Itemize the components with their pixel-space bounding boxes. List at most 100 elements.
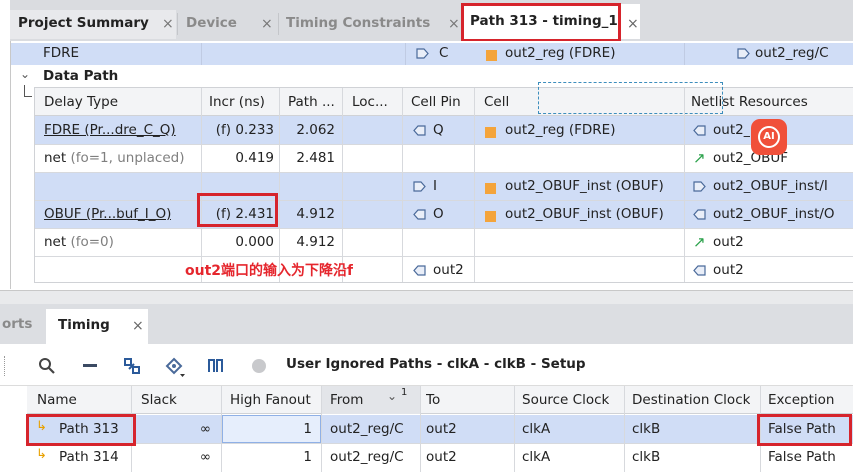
pin-icon [416, 46, 429, 62]
cell-name: out2_reg (FDRE) [505, 122, 616, 138]
delay-type-link[interactable]: FDRE (Pr...dre_C_Q) [44, 122, 176, 138]
waveform-icon[interactable] [207, 357, 225, 375]
netlist-resource: out2 [713, 262, 744, 278]
tab-timing[interactable]: Timing × [46, 309, 148, 344]
col-to[interactable]: To [426, 392, 440, 408]
pin-out-icon [413, 263, 426, 279]
destination-clock-value: clkB [632, 449, 661, 465]
data-path-section[interactable]: ⌄ Data Path [11, 65, 853, 87]
netlist-pin-icon [693, 123, 706, 139]
netlist-resource: out2_OBUF_inst/I [713, 178, 828, 194]
pin-icon [413, 179, 426, 195]
col-high-fanout[interactable]: High Fanout [230, 392, 311, 408]
netlist-pin-icon [693, 207, 706, 223]
cell-icon [485, 181, 496, 197]
tab-project-summary[interactable]: Project Summary × [10, 10, 176, 39]
collapse-chevron-icon[interactable]: ⌄ [20, 67, 30, 81]
path-value: 4.912 [296, 206, 335, 222]
delay-type: net (fo=0) [44, 234, 114, 250]
destination-clock-value: clkB [632, 421, 661, 437]
tab-label: Device [186, 15, 237, 31]
col-slack[interactable]: Slack [141, 392, 177, 408]
cell-pin: out2 [433, 262, 464, 278]
col-delay-type[interactable]: Delay Type [44, 94, 118, 110]
selection-marquee [538, 82, 723, 114]
netlist-pin-icon [693, 179, 706, 195]
annotation-text: out2端口的输入为下降沿f [185, 263, 354, 279]
tab-reports[interactable]: orts [2, 316, 32, 332]
table-header: Name Slack High Fanout From ⌄ 1 To Sourc… [27, 386, 853, 414]
close-icon[interactable]: × [448, 16, 460, 32]
path-value: 2.062 [296, 122, 335, 138]
sort-desc-icon: ⌄ [387, 389, 398, 403]
netlist-resource: out2_OBUF_inst/O [713, 206, 835, 222]
ai-icon: AI [758, 126, 780, 148]
status-dot-icon [250, 357, 268, 375]
col-incr[interactable]: Incr (ns) [209, 94, 265, 110]
path-name[interactable]: Path 314 [59, 449, 119, 465]
netlist-port-icon [693, 263, 706, 279]
netlist-resource: out2 [713, 234, 744, 250]
netlist-pin-icon [737, 46, 750, 62]
collapse-all-icon[interactable] [81, 357, 99, 375]
col-exception[interactable]: Exception [768, 392, 834, 408]
net-fanout-note: (fo=0) [70, 234, 114, 250]
close-icon[interactable]: × [162, 16, 174, 32]
close-icon[interactable]: × [261, 16, 273, 32]
netlist-resource: out2_ [713, 122, 751, 138]
tab-label: Timing [58, 317, 110, 333]
search-icon[interactable] [38, 357, 56, 375]
from-value: out2_reg/C [330, 449, 404, 465]
delay-type-text: net [44, 150, 67, 166]
incr-value: 0.000 [235, 234, 274, 250]
schematic-icon[interactable] [165, 357, 185, 377]
delay-type-link[interactable]: OBUF (Pr...buf_I_O) [44, 206, 171, 222]
col-source-clock[interactable]: Source Clock [522, 392, 609, 408]
col-cell[interactable]: Cell [484, 94, 509, 110]
cell-name: out2_OBUF_inst (OBUF) [505, 178, 664, 194]
highlight-box [461, 3, 621, 42]
section-label: Data Path [43, 68, 119, 84]
net-arrow-icon: ↗ [693, 149, 706, 167]
delay-type-text: net [44, 234, 67, 250]
path-details-panel: FDRE C out2_reg (FDRE) out2_reg/C ⌄ Data… [10, 41, 853, 289]
delay-type: net (fo=1, unplaced) [44, 150, 185, 166]
col-path[interactable]: Path ... [288, 94, 335, 110]
bottom-tab-bar: orts Timing × [0, 304, 853, 344]
pin-in-icon [413, 123, 426, 139]
cell-name: out2_OBUF_inst (OBUF) [505, 206, 664, 222]
table-header: Delay Type Incr (ns) Path ... Loc... Cel… [35, 88, 853, 116]
incr-value: 0.419 [235, 150, 274, 166]
netlist-resource: out2_reg/C [755, 45, 829, 61]
path-value: 4.912 [296, 234, 335, 250]
col-destination-clock[interactable]: Destination Clock [632, 392, 750, 408]
timing-results-table: Name Slack High Fanout From ⌄ 1 To Sourc… [27, 386, 853, 472]
col-from: From [330, 392, 364, 408]
pin-out-icon [413, 207, 426, 223]
top-tab-bar: Project Summary × Device × Timing Constr… [10, 0, 853, 46]
close-icon[interactable]: × [132, 318, 144, 334]
panel-splitter[interactable] [0, 290, 853, 304]
col-location[interactable]: Loc... [352, 94, 388, 110]
ai-assistant-button[interactable]: AI [751, 119, 787, 155]
tab-timing-constraints[interactable]: Timing Constraints × [278, 10, 468, 39]
tab-label: Project Summary [18, 15, 149, 31]
delay-type: FDRE [43, 45, 80, 61]
clock-path-row[interactable]: FDRE C out2_reg (FDRE) out2_reg/C [11, 43, 853, 65]
col-from-sorted[interactable]: From ⌄ 1 [321, 386, 420, 414]
col-cell-pin[interactable]: Cell Pin [411, 94, 461, 110]
expand-icon[interactable] [123, 357, 141, 375]
close-icon[interactable]: × [627, 16, 639, 32]
data-path-table: Delay Type Incr (ns) Path ... Loc... Cel… [34, 82, 853, 283]
sort-order: 1 [401, 387, 408, 398]
tab-device[interactable]: Device × [178, 10, 280, 39]
toolbar-title: User Ignored Paths - clkA - clkB - Setup [286, 356, 586, 372]
to-value: out2 [426, 449, 457, 465]
col-name[interactable]: Name [37, 392, 77, 408]
incr-value: (f) 0.233 [215, 122, 274, 138]
slack-value: ∞ [199, 449, 211, 465]
cell-pin: I [433, 178, 437, 194]
tab-label: Timing Constraints [286, 15, 431, 31]
highlight-box [26, 414, 136, 446]
net-arrow-icon: ↗ [693, 233, 706, 251]
